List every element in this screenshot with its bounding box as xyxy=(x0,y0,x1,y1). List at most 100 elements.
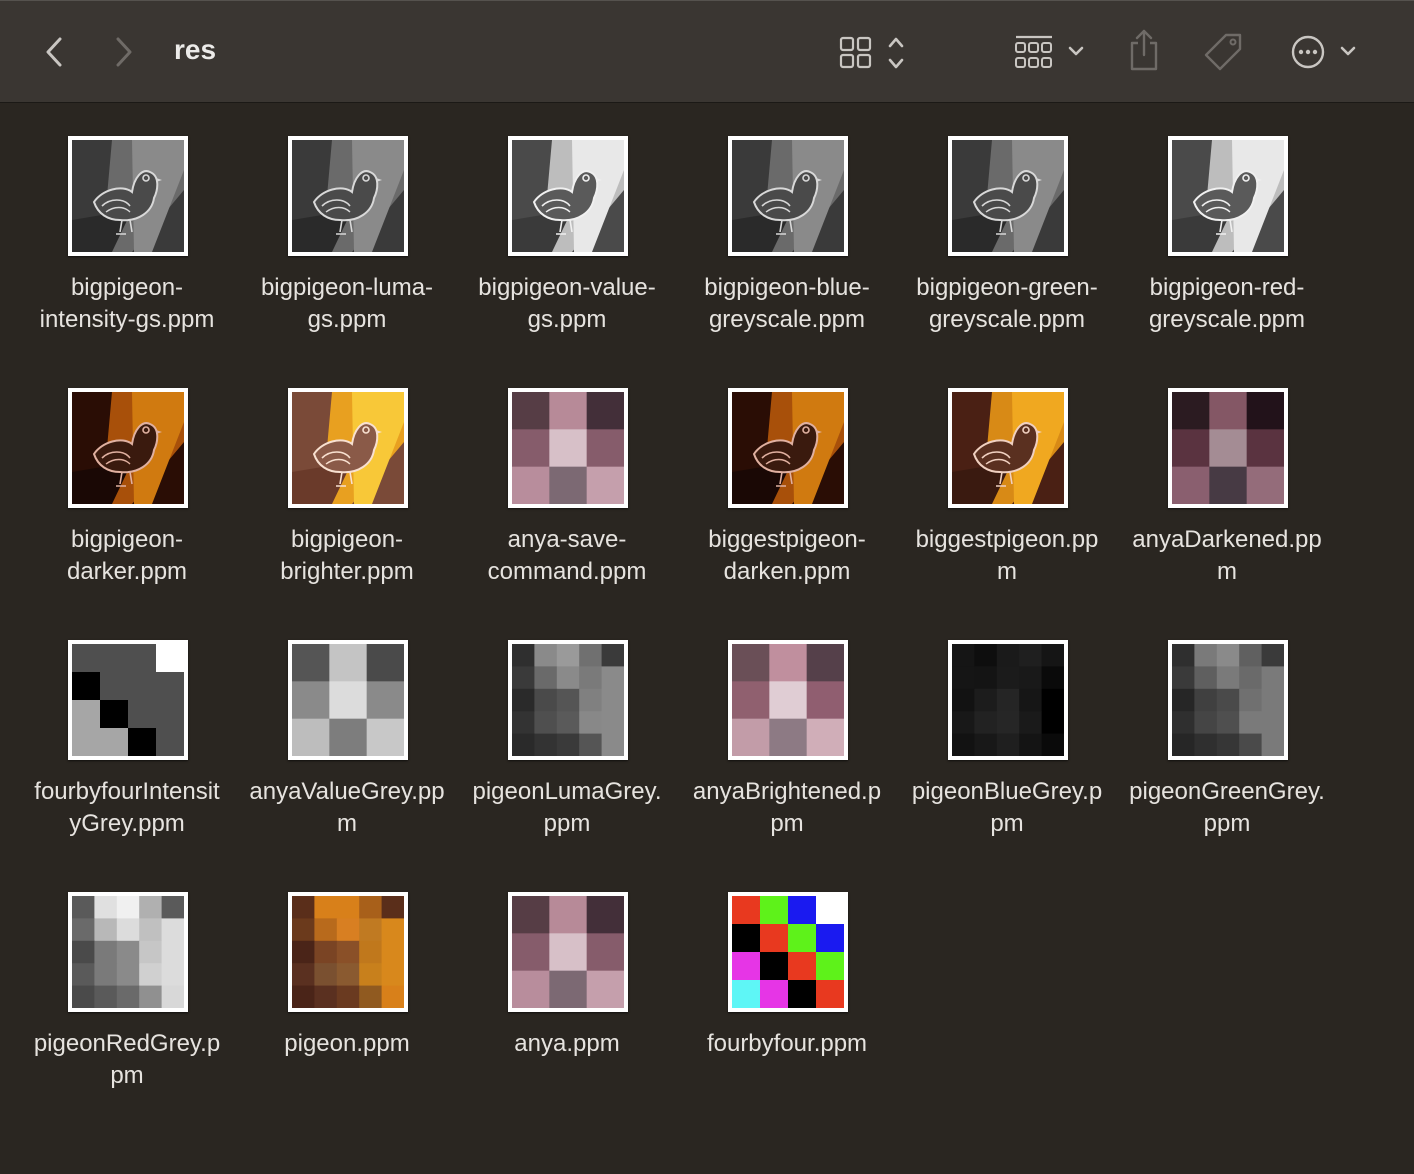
file-item[interactable]: anya-save- command.ppm xyxy=(457,356,677,608)
pixel-cell xyxy=(760,952,789,981)
file-name[interactable]: pigeon.ppm xyxy=(237,1028,457,1060)
file-thumbnail[interactable] xyxy=(1168,136,1288,256)
file-thumbnail[interactable] xyxy=(288,136,408,256)
file-item[interactable]: anyaDarkened.pp m xyxy=(1117,356,1337,608)
file-name[interactable]: pigeonBlueGrey.p pm xyxy=(897,776,1117,840)
file-name[interactable]: anya.ppm xyxy=(457,1028,677,1060)
file-name[interactable]: bigpigeon-value- gs.ppm xyxy=(457,272,677,336)
file-thumbnail[interactable] xyxy=(68,892,188,1012)
pixel-cell xyxy=(549,429,588,468)
file-name[interactable]: pigeonGreenGrey. ppm xyxy=(1117,776,1337,840)
file-item[interactable]: fourbyfourIntensit yGrey.ppm xyxy=(17,608,237,860)
file-name[interactable]: anyaValueGrey.pp m xyxy=(237,776,457,840)
file-thumbnail[interactable] xyxy=(288,388,408,508)
file-name[interactable]: bigpigeon-green- greyscale.ppm xyxy=(897,272,1117,336)
pixel-cell xyxy=(366,681,404,720)
toolbar: res xyxy=(0,0,1414,103)
file-thumbnail[interactable] xyxy=(948,136,1068,256)
pixel-cell xyxy=(974,733,998,756)
file-thumbnail[interactable] xyxy=(508,640,628,760)
file-name[interactable]: bigpigeon-blue- greyscale.ppm xyxy=(677,272,897,336)
file-item[interactable]: pigeonRedGrey.p pm xyxy=(17,860,237,1112)
file-name[interactable]: pigeonRedGrey.p pm xyxy=(17,1028,237,1092)
file-thumbnail[interactable] xyxy=(728,892,848,1012)
pixel-cell xyxy=(732,644,770,682)
pixel-cell xyxy=(549,466,588,504)
file-name[interactable]: anyaBrightened.p pm xyxy=(677,776,897,840)
file-item[interactable]: pigeon.ppm xyxy=(237,860,457,1112)
file-name[interactable]: biggestpigeon- darken.ppm xyxy=(677,524,897,588)
pixel-cell xyxy=(732,924,761,953)
pixel-cell xyxy=(996,711,1020,735)
file-item[interactable]: bigpigeon- darker.ppm xyxy=(17,356,237,608)
file-item[interactable]: bigpigeon-luma- gs.ppm xyxy=(237,104,457,356)
file-name[interactable]: bigpigeon- darker.ppm xyxy=(17,524,237,588)
file-thumbnail[interactable] xyxy=(68,388,188,508)
file-item[interactable]: biggestpigeon.pp m xyxy=(897,356,1117,608)
file-thumbnail[interactable] xyxy=(1168,640,1288,760)
file-thumbnail[interactable] xyxy=(728,640,848,760)
file-item[interactable]: anyaValueGrey.pp m xyxy=(237,608,457,860)
pixel-cell xyxy=(512,466,550,504)
file-name[interactable]: bigpigeon-red- greyscale.ppm xyxy=(1117,272,1337,336)
file-item[interactable]: fourbyfour.ppm xyxy=(677,860,897,1112)
file-thumbnail[interactable] xyxy=(728,136,848,256)
file-item[interactable]: bigpigeon- intensity-gs.ppm xyxy=(17,104,237,356)
back-button[interactable] xyxy=(36,33,72,71)
pixel-cell xyxy=(329,718,368,756)
file-name[interactable]: bigpigeon- brighter.ppm xyxy=(237,524,457,588)
group-by-button[interactable] xyxy=(1010,31,1090,73)
file-thumbnail[interactable] xyxy=(508,892,628,1012)
file-name[interactable]: pigeonLumaGrey. ppm xyxy=(457,776,677,840)
file-thumbnail[interactable] xyxy=(288,640,408,760)
pixel-cell xyxy=(996,666,1020,690)
file-thumbnail[interactable] xyxy=(68,136,188,256)
file-thumbnail[interactable] xyxy=(948,640,1068,760)
pixel-cell xyxy=(732,980,761,1008)
file-item[interactable]: pigeonLumaGrey. ppm xyxy=(457,608,677,860)
tag-button[interactable] xyxy=(1200,31,1246,73)
grid-view-icon xyxy=(839,36,904,69)
file-item[interactable]: bigpigeon-value- gs.ppm xyxy=(457,104,677,356)
pixel-cell xyxy=(1261,688,1284,712)
pixel-cell xyxy=(601,711,624,735)
view-mode-button[interactable] xyxy=(836,33,912,73)
file-name[interactable]: bigpigeon-luma- gs.ppm xyxy=(237,272,457,336)
pixel-cell xyxy=(72,985,95,1008)
pixel-cell xyxy=(1194,688,1218,712)
pixel-cell xyxy=(292,963,315,987)
file-name[interactable]: fourbyfourIntensit yGrey.ppm xyxy=(17,776,237,840)
pixel-cell xyxy=(314,985,338,1008)
file-name[interactable]: anyaDarkened.pp m xyxy=(1117,524,1337,588)
file-name[interactable]: bigpigeon- intensity-gs.ppm xyxy=(17,272,237,336)
file-item[interactable]: anyaBrightened.p pm xyxy=(677,608,897,860)
file-item[interactable]: pigeonBlueGrey.p pm xyxy=(897,608,1117,860)
file-thumbnail[interactable] xyxy=(508,136,628,256)
more-actions-button[interactable] xyxy=(1286,31,1362,73)
pixel-cell xyxy=(1239,733,1263,756)
file-thumbnail[interactable] xyxy=(288,892,408,1012)
file-name[interactable]: anya-save- command.ppm xyxy=(457,524,677,588)
pixel-cell xyxy=(586,392,624,430)
forward-button[interactable] xyxy=(106,33,142,71)
file-item[interactable]: bigpigeon- brighter.ppm xyxy=(237,356,457,608)
share-button[interactable] xyxy=(1124,27,1164,73)
file-item[interactable]: bigpigeon-blue- greyscale.ppm xyxy=(677,104,897,356)
file-thumbnail[interactable] xyxy=(948,388,1068,508)
pixel-cell xyxy=(139,896,163,919)
file-name[interactable]: fourbyfour.ppm xyxy=(677,1028,897,1060)
file-thumbnail[interactable] xyxy=(68,640,188,760)
file-name[interactable]: biggestpigeon.pp m xyxy=(897,524,1117,588)
file-item[interactable]: bigpigeon-red- greyscale.ppm xyxy=(1117,104,1337,356)
file-thumbnail[interactable] xyxy=(1168,388,1288,508)
file-item[interactable]: anya.ppm xyxy=(457,860,677,1112)
pixel-cell xyxy=(116,963,140,987)
file-thumbnail[interactable] xyxy=(508,388,628,508)
file-item[interactable]: biggestpigeon- darken.ppm xyxy=(677,356,897,608)
file-thumbnail[interactable] xyxy=(728,388,848,508)
pixel-cell xyxy=(329,681,368,720)
pixel-cell xyxy=(952,688,975,712)
thumbnail-image xyxy=(512,644,624,756)
file-item[interactable]: bigpigeon-green- greyscale.ppm xyxy=(897,104,1117,356)
file-item[interactable]: pigeonGreenGrey. ppm xyxy=(1117,608,1337,860)
